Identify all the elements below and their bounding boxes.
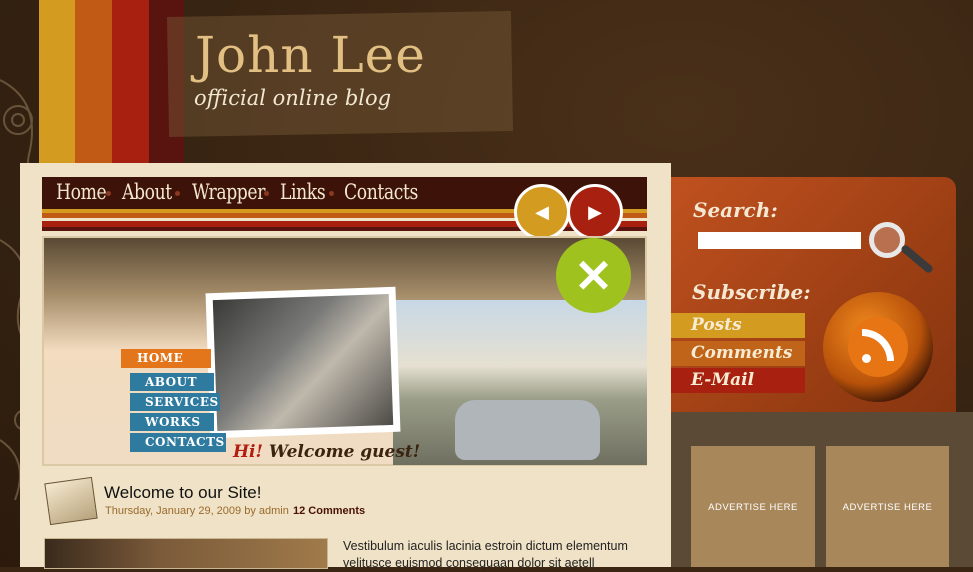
nav-separator	[106, 191, 111, 196]
book-stack-icon	[44, 476, 98, 526]
nav-item-links[interactable]: Links	[280, 180, 326, 204]
nav-item-wrapper[interactable]: Wrapper	[192, 180, 265, 204]
post-title[interactable]: Welcome to our Site!	[104, 483, 261, 503]
chevron-right-icon: ▶	[588, 201, 602, 222]
nav-item-contacts[interactable]: Contacts	[344, 180, 418, 204]
hero-menu-contacts[interactable]: CONTACTS	[145, 435, 225, 449]
subscribe-comments-link[interactable]: Comments	[671, 341, 805, 366]
hero-welcome-guest: Welcome guest!	[268, 442, 421, 462]
site-title[interactable]: John Lee	[195, 26, 426, 84]
subscribe-email-link[interactable]: E-Mail	[671, 368, 805, 393]
hero-portrait-photo	[205, 286, 401, 439]
site-tagline: official online blog	[194, 86, 392, 110]
slider-next-button[interactable]: ▶	[567, 184, 623, 240]
search-input[interactable]	[698, 232, 861, 249]
post-comments-link[interactable]: 12 Comments	[293, 505, 365, 517]
subscribe-posts-link[interactable]: Posts	[671, 313, 805, 338]
nav-item-about[interactable]: About	[122, 180, 172, 204]
post-meta: Thursday, January 29, 2009 by admin	[105, 505, 289, 517]
rss-icon	[848, 317, 908, 377]
slider-prev-button[interactable]: ◀	[514, 184, 570, 240]
hero-welcome-text: Hi! Welcome guest!	[233, 442, 420, 462]
header-stripe-yellow	[39, 0, 75, 165]
rss-feed-button[interactable]	[823, 292, 933, 402]
ad-slot-2[interactable]: ADVERTISE HERE	[826, 446, 949, 567]
hero-welcome-hi: Hi!	[233, 442, 263, 462]
hero-car-image	[455, 400, 600, 460]
search-label: Search:	[693, 198, 778, 222]
header-stripe-orange	[75, 0, 112, 165]
hero-menu-home[interactable]: HOME	[137, 351, 183, 365]
nav-separator	[264, 191, 269, 196]
nav-separator	[329, 191, 334, 196]
chevron-left-icon: ◀	[535, 201, 549, 222]
nav-item-home[interactable]: Home	[56, 180, 107, 204]
hero-menu-services[interactable]: SERVICES	[145, 395, 219, 409]
header-stripe-red	[112, 0, 149, 165]
post-thumbnail	[44, 538, 328, 569]
search-icon[interactable]	[869, 222, 905, 258]
hero-menu-works[interactable]: WORKS	[145, 415, 201, 429]
subscribe-label: Subscribe:	[692, 280, 811, 304]
ad-slot-1[interactable]: ADVERTISE HERE	[691, 446, 815, 567]
close-x-icon: ✕	[556, 238, 631, 313]
nav-separator	[175, 191, 180, 196]
hero-menu-about[interactable]: ABOUT	[145, 375, 197, 389]
